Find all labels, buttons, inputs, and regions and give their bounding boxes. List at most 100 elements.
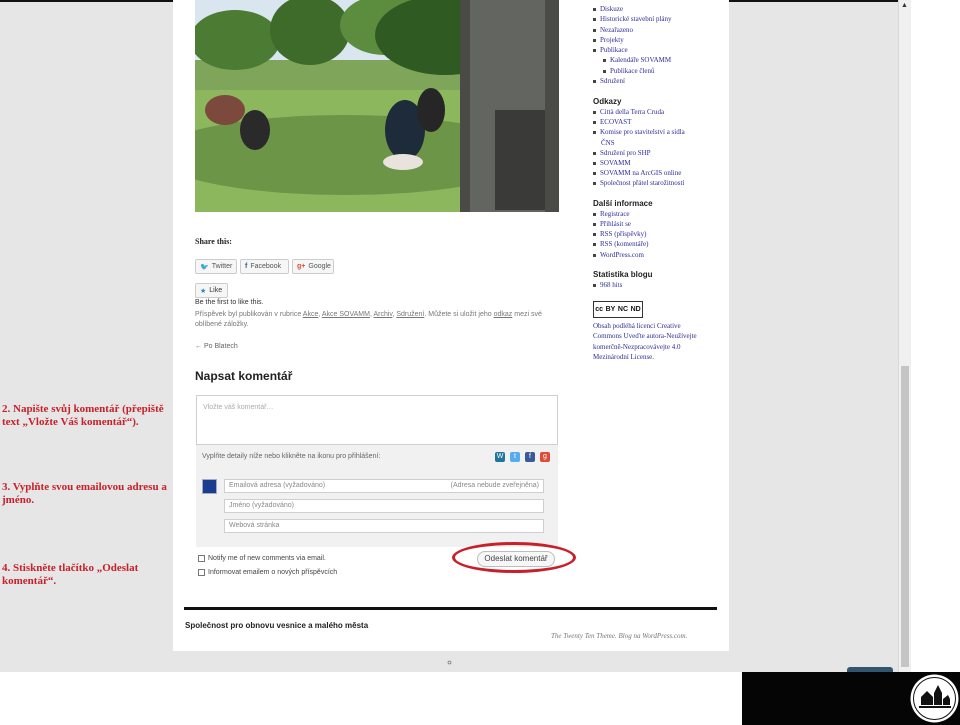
category-link-sdruzeni[interactable]: Sdružení: [396, 311, 424, 318]
notify-comments-checkbox[interactable]: [198, 555, 205, 562]
category-link-akce[interactable]: Akce: [303, 311, 319, 318]
sidebar-info-prihlasit[interactable]: Přihlásit se: [593, 220, 631, 228]
cc-label: cc: [595, 306, 604, 313]
instruction-step-3: 3. Vyplňte svou emailovou adresu a jméno…: [2, 481, 167, 506]
sidebar-info-wordpress[interactable]: WordPress.com: [593, 251, 644, 259]
sidebar-info-rss-komentare[interactable]: RSS (komentáře): [593, 240, 648, 248]
bullet: [593, 222, 596, 226]
sidebar-item-label: Historické stavební plány: [600, 15, 672, 23]
sidebar-link-sovamm[interactable]: SOVAMM: [593, 159, 631, 167]
sidebar-item-label: Publikace členů: [610, 67, 655, 75]
share-twitter-button[interactable]: 🐦 Twitter: [195, 259, 237, 274]
like-label: Like: [209, 287, 223, 294]
share-twitter-label: Twitter: [211, 263, 233, 270]
sidebar-link-label: ECOVAST: [600, 118, 632, 126]
stats-heading: Statistika blogu: [593, 270, 653, 279]
email-field[interactable]: Emailová adresa (vyžadováno) (Adresa neb…: [224, 479, 544, 493]
sidebar-item-label: Kalendáře SOVAMM: [610, 56, 672, 64]
bullet: [593, 7, 596, 11]
bullet: [603, 58, 606, 62]
sidebar-item-historicke-stavebni-plany[interactable]: Historické stavební plány: [593, 15, 672, 23]
sidebar-link-sovamm-arcgis[interactable]: SOVAMM na ArcGIS online: [593, 169, 681, 177]
wordpress-login-icon[interactable]: W: [495, 452, 505, 462]
footer-divider: [184, 607, 717, 610]
sidebar-info-label: WordPress.com: [600, 251, 644, 259]
bullet: [593, 212, 596, 216]
meta-middle: . Můžete si uložit jeho: [424, 311, 494, 318]
sidebar-item-publikace-clenu[interactable]: Publikace členů: [603, 67, 655, 75]
website-field[interactable]: Webová stránka: [224, 519, 544, 533]
sidebar-link-label: Společnost přátel starožitností: [600, 179, 685, 187]
share-google-button[interactable]: g+ Google: [292, 259, 334, 274]
sidebar-link-komise[interactable]: Komise pro stavitelství a sídla: [593, 128, 685, 136]
permalink[interactable]: odkaz: [494, 311, 513, 318]
scroll-indicator-icon: [447, 660, 452, 665]
license-text[interactable]: Obsah podléhá licenci Creative Commons U…: [593, 321, 711, 362]
google-login-icon[interactable]: g: [540, 452, 550, 462]
info-heading: Další informace: [593, 199, 653, 208]
hits-count: 968 hits: [600, 281, 623, 289]
notify-comments-row: Notify me of new comments via email.: [198, 555, 326, 562]
sidebar-link-citta-della-terra-cruda[interactable]: Città della Terra Cruda: [593, 108, 664, 116]
sidebar-item-diskuze[interactable]: Diskuze: [593, 5, 623, 13]
links-heading: Odkazy: [593, 97, 622, 106]
instruction-step-4: 4. Stiskněte tlačítko „Odeslat komentář“…: [2, 562, 139, 587]
instruction-step-2: 2. Napište svůj komentář (přepiště text …: [2, 403, 164, 428]
bullet: [593, 151, 596, 155]
sidebar-info-registrace[interactable]: Registrace: [593, 210, 630, 218]
facebook-login-icon[interactable]: f: [525, 452, 535, 462]
sidebar-item-label: Publikace: [600, 46, 628, 54]
sidebar-stats-hits: 968 hits: [593, 281, 622, 289]
category-link-akce-sovamm[interactable]: Akce SOVAMM: [322, 311, 370, 318]
cc-by-label: BY: [605, 306, 616, 313]
twitter-login-icon[interactable]: t: [510, 452, 520, 462]
details-instructions: Vyplňte detaily níže nebo klikněte na ik…: [202, 453, 381, 460]
bullet: [593, 283, 596, 287]
sidebar-link-label: ČNS: [601, 139, 615, 147]
sidebar-info-label: RSS (příspěvky): [600, 230, 647, 238]
sidebar-item-sdruzeni[interactable]: Sdružení: [593, 77, 625, 85]
cc-nd-label: ND: [630, 306, 641, 313]
like-button[interactable]: ★ Like: [195, 283, 228, 298]
sidebar-link-spolecnost-pratel[interactable]: Společnost přátel starožitností: [593, 179, 684, 187]
bullet: [593, 242, 596, 246]
notify-posts-checkbox[interactable]: [198, 569, 205, 576]
share-facebook-button[interactable]: f Facebook: [240, 259, 289, 274]
sidebar-link-label: SOVAMM na ArcGIS online: [600, 169, 682, 177]
sidebar-info-label: RSS (komentáře): [600, 240, 649, 248]
sidebar-link-cns[interactable]: ČNS: [601, 139, 615, 147]
bullet: [593, 161, 596, 165]
sidebar-link-label: Komise pro stavitelství a sídla: [600, 128, 685, 136]
share-facebook-label: Facebook: [250, 263, 282, 270]
sidebar-item-nezarazeno[interactable]: Nezařazeno: [593, 26, 633, 34]
post-photo: [195, 0, 559, 212]
bullet: [593, 253, 596, 257]
footer-credits[interactable]: The Twenty Ten Theme. Blog na WordPress.…: [551, 632, 687, 640]
bullet: [593, 17, 596, 21]
category-link-archiv[interactable]: Archiv: [373, 311, 392, 318]
sidebar-link-label: Città della Terra Cruda: [600, 108, 665, 116]
sidebar-link-ecovast[interactable]: ECOVAST: [593, 118, 631, 126]
notify-posts-row: Informovat emailem o nových příspěvcích: [198, 569, 337, 576]
footer-site-title[interactable]: Společnost pro obnovu vesnice a malého m…: [185, 621, 368, 630]
sidebar-item-publikace[interactable]: Publikace: [593, 46, 628, 54]
comment-textarea[interactable]: Vložte váš komentář…: [196, 395, 558, 445]
comment-title: Napsat komentář: [195, 369, 293, 383]
sidebar-link-sdruzeni-pro-shp[interactable]: Sdružení pro SHP: [593, 149, 651, 157]
scroll-up-icon[interactable]: ▲: [899, 1, 910, 10]
sidebar-item-projekty[interactable]: Projekty: [593, 36, 624, 44]
bullet: [593, 171, 596, 175]
sidebar-info-rss-prispevky[interactable]: RSS (příspěvky): [593, 230, 646, 238]
sidebar-item-label: Sdružení: [600, 77, 625, 85]
email-note: (Adresa nebude zveřejněna): [450, 482, 539, 489]
name-field[interactable]: Jméno (vyžadováno): [224, 499, 544, 513]
email-placeholder: Emailová adresa (vyžadováno): [229, 482, 326, 489]
bullet: [593, 110, 596, 114]
scrollbar-thumb[interactable]: [901, 366, 909, 667]
share-google-label: Google: [308, 263, 331, 270]
previous-post-link[interactable]: ← Po Blatech: [195, 343, 238, 350]
sidebar-item-kalendare-sovamm[interactable]: Kalendáře SOVAMM: [603, 56, 671, 64]
cc-license-badge[interactable]: cc BY NC ND: [593, 301, 643, 318]
bullet: [593, 120, 596, 124]
sidebar-info-label: Registrace: [600, 210, 630, 218]
